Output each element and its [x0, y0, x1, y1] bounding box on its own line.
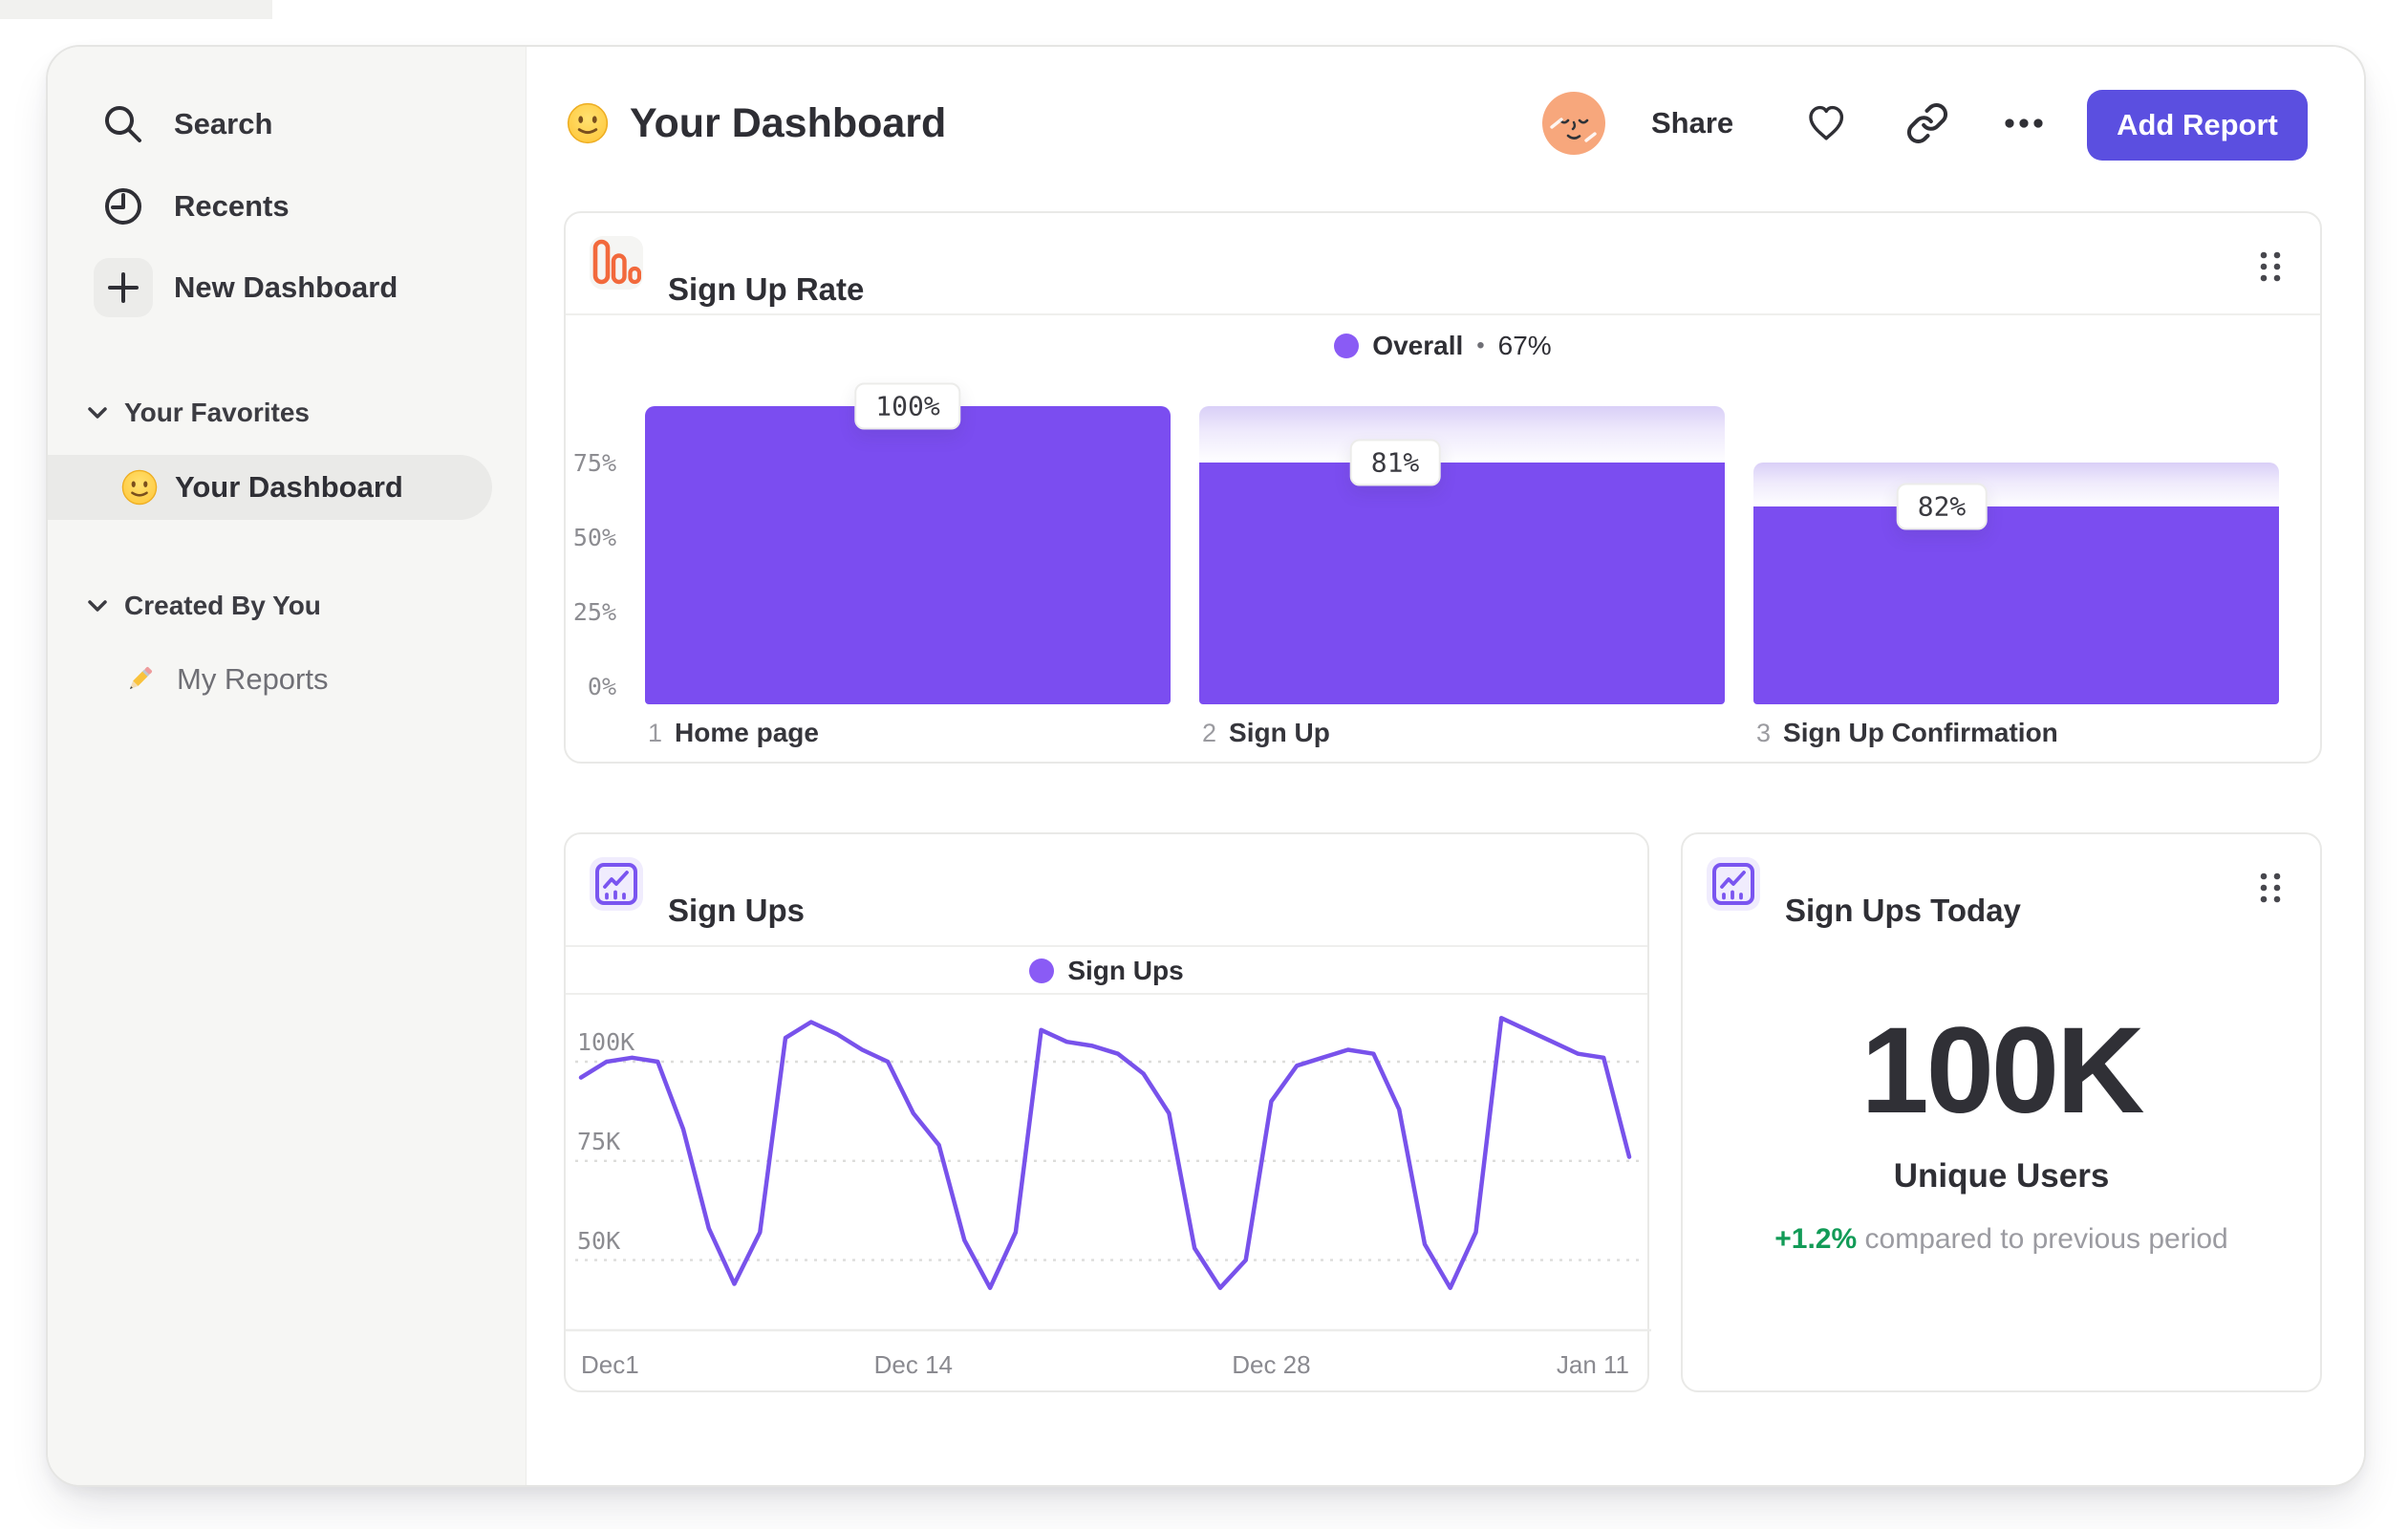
y-axis-tick: 100K [577, 1028, 635, 1056]
app-window: Search Recents New Dashboard Your Favori… [46, 45, 2366, 1487]
background-window-edge [0, 0, 272, 19]
chevron-down-icon [86, 405, 109, 420]
plus-icon [94, 258, 153, 317]
legend-dot [1334, 334, 1360, 358]
signups-today-card: Sign Ups Today 100K Unique Users +1.2% c… [1681, 832, 2322, 1392]
screen: Search Recents New Dashboard Your Favori… [0, 0, 2408, 1529]
y-axis-tick: 25% [572, 598, 616, 626]
x-axis-tick: Dec 28 [1232, 1350, 1311, 1379]
avatar[interactable] [1542, 92, 1605, 155]
sidebar-item-search[interactable]: Search [94, 95, 272, 154]
section-title: Your Favorites [124, 398, 310, 427]
x-axis-step-label: 2 Sign Up [1202, 718, 1330, 750]
card-title: Sign Ups Today [1785, 892, 2021, 928]
delta-description: compared to previous period [1864, 1223, 2228, 1255]
search-icon [94, 95, 153, 154]
copy-link-button[interactable] [1896, 92, 1959, 155]
x-axis-tick: Jan 11 [1556, 1350, 1629, 1379]
more-options-button[interactable] [1992, 92, 2055, 155]
metric-value: 100K [1860, 1002, 2145, 1139]
sidebar-section-created-by-you[interactable]: Created By You [86, 586, 321, 626]
legend-series: Overall [1372, 331, 1464, 360]
delta-percent: +1.2% [1774, 1223, 1858, 1255]
card-divider [566, 313, 2320, 315]
legend-value: 67% [1497, 331, 1552, 360]
bar-value-label: 82% [1896, 483, 1988, 530]
signups-card: Sign Ups Sign Ups 100K 75K 50K Dec1 Dec 14 De… [564, 832, 1651, 1392]
step-name: Home page [675, 718, 819, 747]
page-title-text: Your Dashboard [630, 99, 947, 146]
line-chart-icon [1707, 857, 1760, 911]
step-name: Sign Up Confirmation [1783, 718, 2058, 747]
funnel-bar-ghost [1199, 406, 1725, 463]
sidebar-item-recents[interactable]: Recents [94, 177, 290, 236]
bar-value-label: 100% [854, 382, 961, 430]
sidebar-item-new-dashboard[interactable]: New Dashboard [94, 258, 398, 317]
funnel-bar[interactable] [1753, 506, 2279, 704]
signups-series-line [578, 1016, 1632, 1290]
legend-separator: • [1476, 333, 1485, 358]
signup-rate-card: Sign Up Rate Overall • 67% 75% 50% 25% 0% 10… [564, 211, 2322, 764]
pencil-emoji-icon [121, 661, 158, 698]
sidebar: Search Recents New Dashboard Your Favori… [48, 47, 527, 1485]
ellipsis-icon [2001, 117, 2047, 130]
bar-value-label: 81% [1349, 439, 1441, 486]
sidebar-item-label: Your Dashboard [175, 470, 403, 504]
step-number: 2 [1202, 719, 1217, 747]
main-content: Your Dashboard Share Add Report Sign Up … [527, 47, 2364, 1485]
funnel-bar[interactable] [1199, 463, 1725, 704]
page-title: Your Dashboard [567, 92, 946, 155]
step-number: 1 [648, 719, 663, 747]
metric-label: Unique Users [1893, 1157, 2110, 1195]
y-axis-tick: 75% [572, 449, 616, 477]
share-label: Share [1651, 106, 1734, 140]
step-number: 3 [1756, 719, 1772, 747]
clock-icon [94, 177, 153, 236]
line-chart-svg [566, 1016, 1651, 1332]
sidebar-item-label: Search [174, 107, 273, 140]
funnel-bar-ghost [1753, 463, 2279, 506]
metric-delta: +1.2% compared to previous period [1683, 1220, 2320, 1259]
share-button[interactable]: Share [1651, 92, 1733, 155]
chevron-down-icon [86, 598, 109, 614]
step-name: Sign Up [1229, 718, 1330, 747]
sidebar-item-label: New Dashboard [174, 270, 398, 304]
add-report-button[interactable]: Add Report [2087, 90, 2308, 161]
x-axis-tick: Dec1 [581, 1350, 639, 1379]
section-title: Created By You [124, 591, 321, 620]
sidebar-item-label: Recents [174, 189, 290, 223]
y-axis-tick: 50% [572, 524, 616, 551]
smiley-emoji-icon [121, 469, 158, 506]
sidebar-item-your-dashboard[interactable]: Your Dashboard [48, 455, 492, 520]
smiley-emoji-icon [567, 102, 609, 144]
funnel-chart-icon [590, 236, 643, 290]
drag-handle-icon[interactable] [2257, 871, 2284, 905]
heart-icon [1803, 100, 1849, 146]
favorite-heart-button[interactable] [1795, 92, 1858, 155]
funnel-bar[interactable] [645, 406, 1171, 704]
y-axis-tick: 0% [587, 673, 616, 700]
y-axis-tick: 50K [577, 1226, 621, 1255]
y-axis-tick: 75K [577, 1127, 621, 1155]
x-axis-step-label: 3 Sign Up Confirmation [1756, 718, 2058, 750]
legend-overall[interactable]: Overall • 67% [566, 324, 2320, 368]
x-axis-tick: Dec 14 [873, 1350, 954, 1379]
link-icon [1905, 101, 1949, 145]
sidebar-item-label: My Reports [177, 662, 329, 696]
x-axis-step-label: 1 Home page [648, 718, 819, 750]
sidebar-section-your-favorites[interactable]: Your Favorites [86, 393, 310, 433]
drag-handle-icon[interactable] [2257, 249, 2284, 284]
sidebar-item-my-reports[interactable]: My Reports [121, 647, 328, 712]
